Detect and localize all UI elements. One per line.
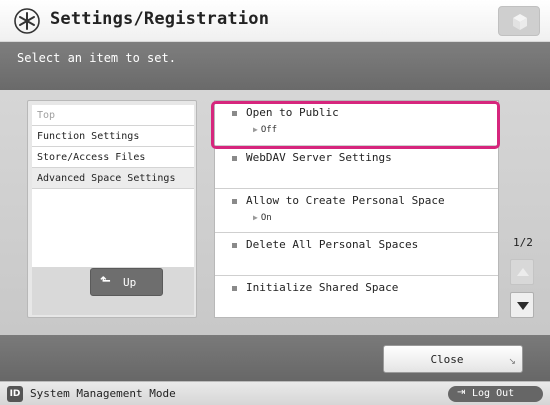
- setting-allow-personal-space[interactable]: Allow to Create Personal Space ▶ On: [215, 189, 498, 233]
- id-badge-icon: ID: [7, 386, 23, 402]
- up-button-label: Up: [123, 276, 137, 289]
- cube-button[interactable]: [498, 6, 540, 36]
- bullet-icon: [232, 243, 237, 248]
- close-button-label: Close: [430, 353, 464, 366]
- setting-value-text: On: [260, 213, 272, 223]
- mode-label: System Management Mode: [30, 387, 176, 400]
- page-indicator: 1/2: [513, 236, 533, 249]
- tree-item-function-settings[interactable]: Function Settings: [32, 126, 194, 147]
- logout-label: Log Out: [472, 388, 515, 399]
- page-title: Settings/Registration: [50, 9, 270, 29]
- setting-label: Allow to Create Personal Space: [246, 194, 445, 207]
- instruction-bar: Select an item to set.: [0, 42, 550, 90]
- setting-label: WebDAV Server Settings: [246, 151, 392, 164]
- logout-icon: ⇥: [457, 387, 466, 398]
- close-button[interactable]: Close ↘: [383, 345, 523, 373]
- triangle-down-icon: [517, 302, 529, 310]
- bottom-bar: Close ↘: [0, 335, 550, 381]
- main-area: Top Function Settings Store/Access Files…: [0, 90, 550, 335]
- settings-list: Open to Public ▶ Off WebDAV Server Settin…: [214, 100, 499, 318]
- status-bar: ID System Management Mode ⇥ Log Out: [0, 381, 550, 405]
- asterisk-circle-icon: [14, 8, 40, 34]
- logout-button[interactable]: ⇥ Log Out: [448, 386, 543, 402]
- scroll-down-button[interactable]: [510, 292, 534, 318]
- setting-value: ▶ On: [253, 213, 272, 223]
- setting-value-text: Off: [260, 125, 278, 135]
- tree-item-store-access-files[interactable]: Store/Access Files: [32, 147, 194, 168]
- tree-item-advanced-space-settings[interactable]: Advanced Space Settings: [32, 168, 194, 189]
- setting-open-to-public[interactable]: Open to Public ▶ Off: [215, 101, 498, 146]
- bullet-icon: [232, 286, 237, 291]
- tree-item-top[interactable]: Top: [32, 105, 194, 126]
- tree-list: Top Function Settings Store/Access Files…: [32, 105, 194, 267]
- title-bar: Settings/Registration: [0, 0, 550, 42]
- setting-initialize-shared-space[interactable]: Initialize Shared Space: [215, 276, 498, 318]
- up-button[interactable]: ⬑ Up: [90, 268, 163, 296]
- setting-label: Delete All Personal Spaces: [246, 238, 419, 251]
- up-arrow-icon: ⬑: [100, 274, 111, 289]
- scroll-up-button: [510, 259, 534, 285]
- bullet-icon: [232, 199, 237, 204]
- instruction-text: Select an item to set.: [17, 51, 176, 65]
- play-arrow-icon: ▶: [253, 125, 258, 134]
- corner-arrow-icon: ↘: [508, 357, 516, 367]
- setting-webdav-server[interactable]: WebDAV Server Settings: [215, 146, 498, 189]
- setting-value: ▶ Off: [253, 125, 277, 135]
- play-arrow-icon: ▶: [253, 213, 258, 222]
- setting-label: Initialize Shared Space: [246, 281, 399, 294]
- bullet-icon: [232, 156, 237, 161]
- setting-delete-personal-spaces[interactable]: Delete All Personal Spaces: [215, 233, 498, 276]
- cube-icon: [513, 14, 527, 30]
- settings-registration-screen: Settings/Registration Select an item to …: [0, 0, 550, 405]
- triangle-up-icon: [517, 268, 529, 276]
- setting-label: Open to Public: [246, 106, 339, 119]
- bullet-icon: [232, 111, 237, 116]
